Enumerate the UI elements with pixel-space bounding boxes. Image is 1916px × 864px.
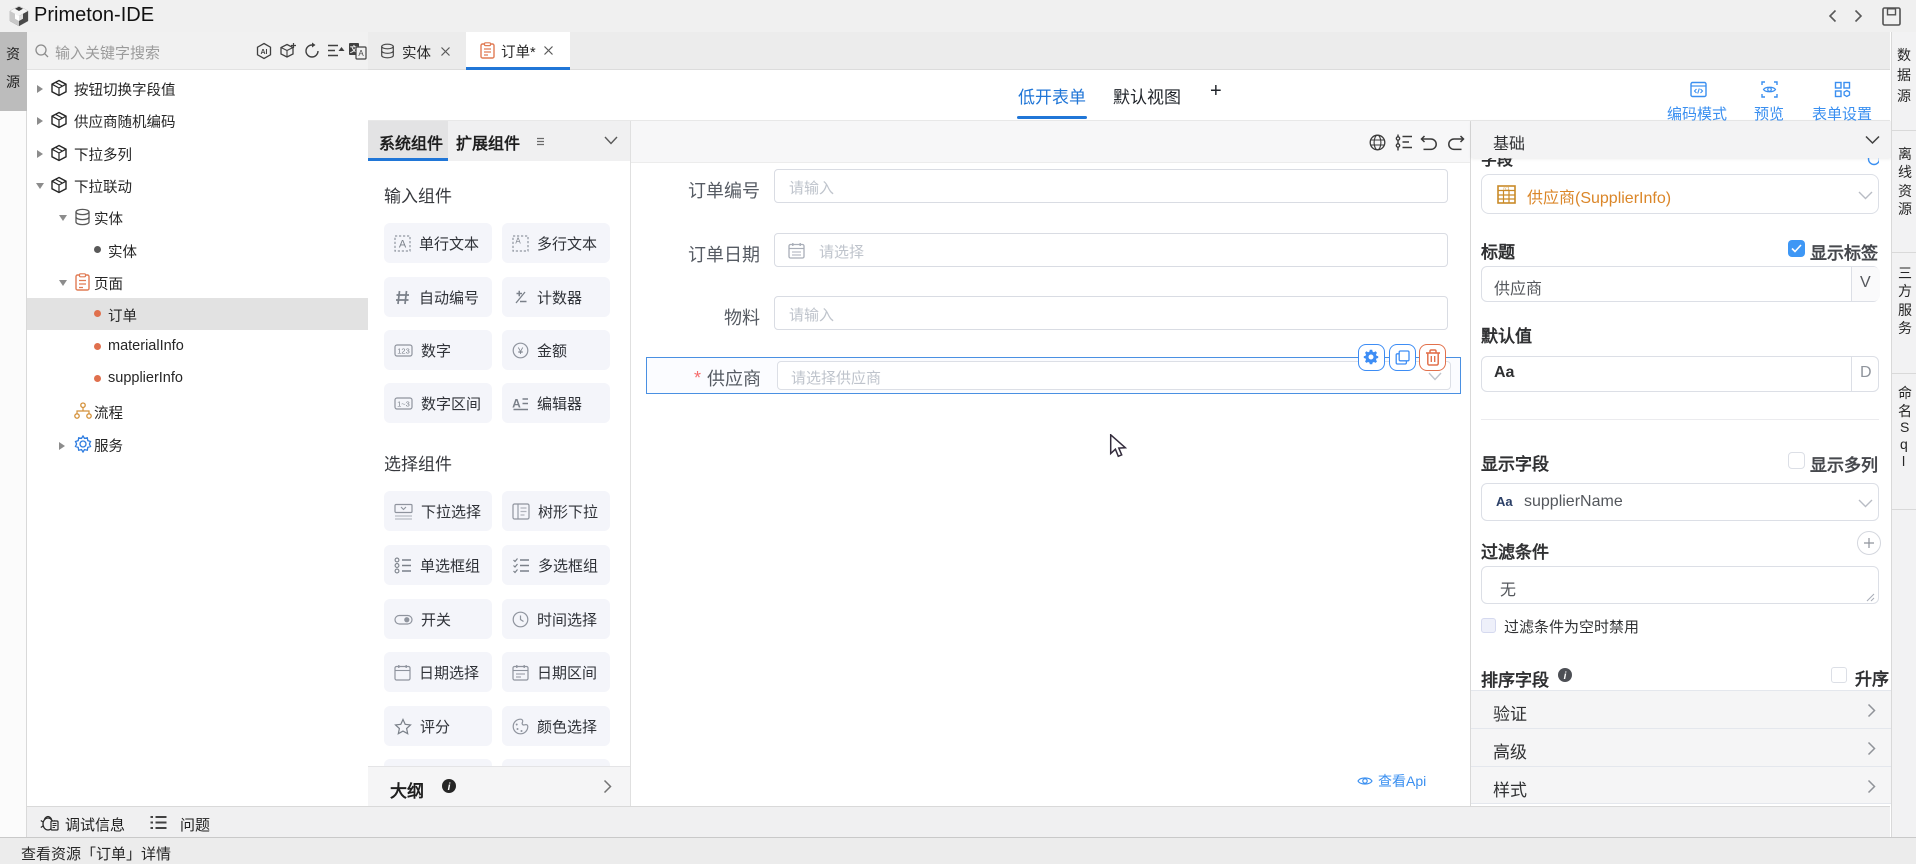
svg-text:i: i <box>448 782 451 793</box>
svg-text:n:1: n:1 <box>1503 186 1510 191</box>
svg-text:A: A <box>512 396 521 410</box>
svg-text:A: A <box>515 236 521 245</box>
svg-text:1~3: 1~3 <box>397 399 410 408</box>
svg-text:AI: AI <box>261 49 268 56</box>
svg-text:A: A <box>399 238 407 250</box>
svg-text:A: A <box>358 49 364 58</box>
svg-text:123: 123 <box>397 346 410 355</box>
svg-text:i: i <box>1564 671 1567 682</box>
svg-text:¥: ¥ <box>517 346 524 357</box>
